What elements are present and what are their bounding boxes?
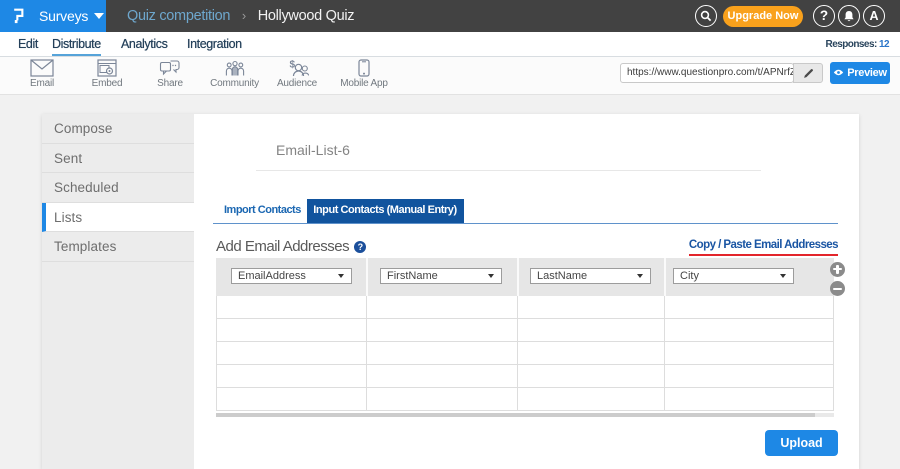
- svg-text:$: $: [290, 60, 296, 71]
